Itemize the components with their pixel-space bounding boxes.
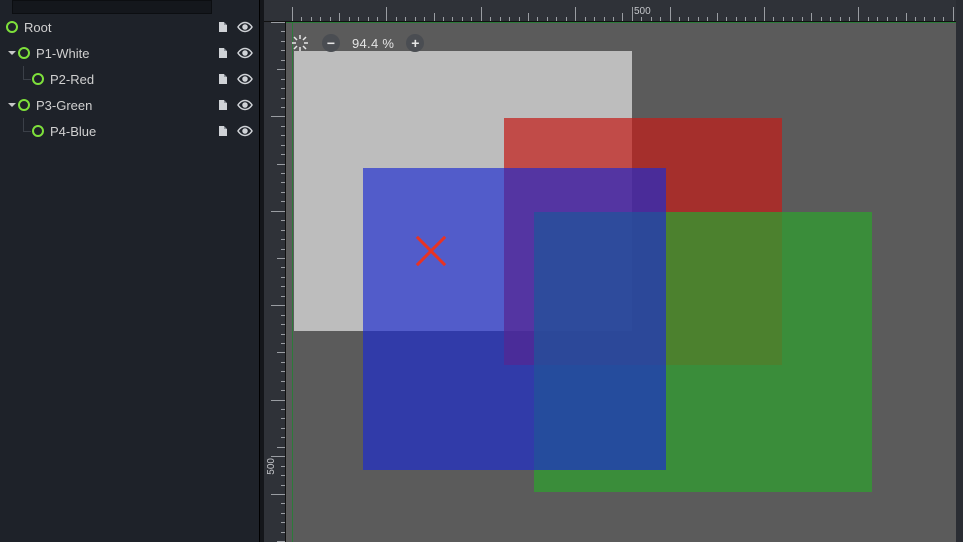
tree-guide [18, 66, 32, 92]
visibility-icon[interactable] [237, 19, 253, 35]
visibility-icon[interactable] [237, 45, 253, 61]
viewport-toolbar: − 94.4 % + [290, 30, 424, 56]
node-label: P2-Red [50, 72, 94, 87]
script-icon[interactable] [215, 19, 231, 35]
node-icon [18, 99, 30, 111]
center-view-icon[interactable] [290, 33, 310, 53]
origin-guide-vertical [292, 22, 293, 542]
visibility-icon[interactable] [237, 123, 253, 139]
tree-guide [18, 118, 32, 144]
script-icon[interactable] [215, 123, 231, 139]
node-icon [32, 125, 44, 137]
viewport[interactable]: 500 500 − 94.4 % + [264, 0, 963, 542]
tree-row-p1[interactable]: P1-White [0, 40, 259, 66]
scene-tree: Root [0, 14, 259, 144]
visibility-icon[interactable] [237, 71, 253, 87]
pivot-cross-icon [411, 231, 451, 271]
tree-row-p3[interactable]: P3-Green [0, 92, 259, 118]
ruler-horizontal: 500 [264, 0, 963, 22]
node-icon [32, 73, 44, 85]
node-icon [18, 47, 30, 59]
script-icon[interactable] [215, 71, 231, 87]
visibility-icon[interactable] [237, 97, 253, 113]
tree-row-root[interactable]: Root [0, 14, 259, 40]
node-label: P4-Blue [50, 124, 96, 139]
chevron-down-icon[interactable] [6, 47, 18, 59]
canvas-shapes [264, 0, 963, 542]
node-label: P1-White [36, 46, 89, 61]
tree-row-p4[interactable]: P4-Blue [0, 118, 259, 144]
node-icon [6, 21, 18, 33]
node-label: P3-Green [36, 98, 92, 113]
scene-tree-panel: Root [0, 0, 260, 542]
zoom-out-button[interactable]: − [322, 34, 340, 52]
chevron-down-icon[interactable] [6, 99, 18, 111]
filter-input[interactable] [12, 0, 212, 14]
origin-guide-horizontal [286, 22, 963, 23]
script-icon[interactable] [215, 45, 231, 61]
ruler-vertical: 500 [264, 22, 286, 542]
zoom-in-button[interactable]: + [406, 34, 424, 52]
shape-blue[interactable] [363, 168, 666, 470]
node-label: Root [24, 20, 51, 35]
script-icon[interactable] [215, 97, 231, 113]
scrollbar[interactable] [956, 0, 963, 542]
zoom-level: 94.4 % [352, 36, 394, 51]
tree-row-p2[interactable]: P2-Red [0, 66, 259, 92]
